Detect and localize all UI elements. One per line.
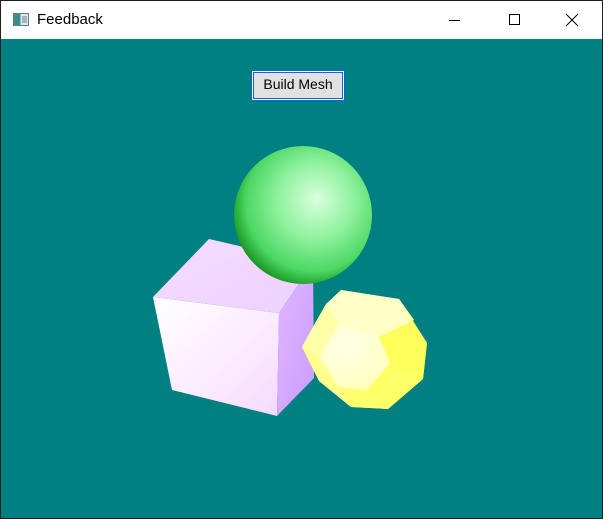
close-icon [565, 13, 579, 27]
build-mesh-button[interactable]: Build Mesh [251, 70, 345, 101]
build-mesh-label: Build Mesh [253, 72, 343, 99]
app-window-icon [13, 13, 29, 26]
app-window: Feedback Build Mesh [0, 0, 603, 519]
maximize-icon [509, 14, 520, 25]
render-viewport[interactable]: Build Mesh [1, 39, 602, 518]
close-button[interactable] [544, 1, 602, 39]
maximize-button[interactable] [485, 1, 543, 39]
title-bar[interactable]: Feedback [1, 1, 602, 39]
dodecahedron-shape [302, 290, 427, 409]
minimize-icon [449, 20, 460, 21]
window-title: Feedback [37, 11, 103, 28]
minimize-button[interactable] [426, 1, 484, 39]
sphere-shape [234, 146, 372, 284]
3d-scene [153, 146, 427, 416]
